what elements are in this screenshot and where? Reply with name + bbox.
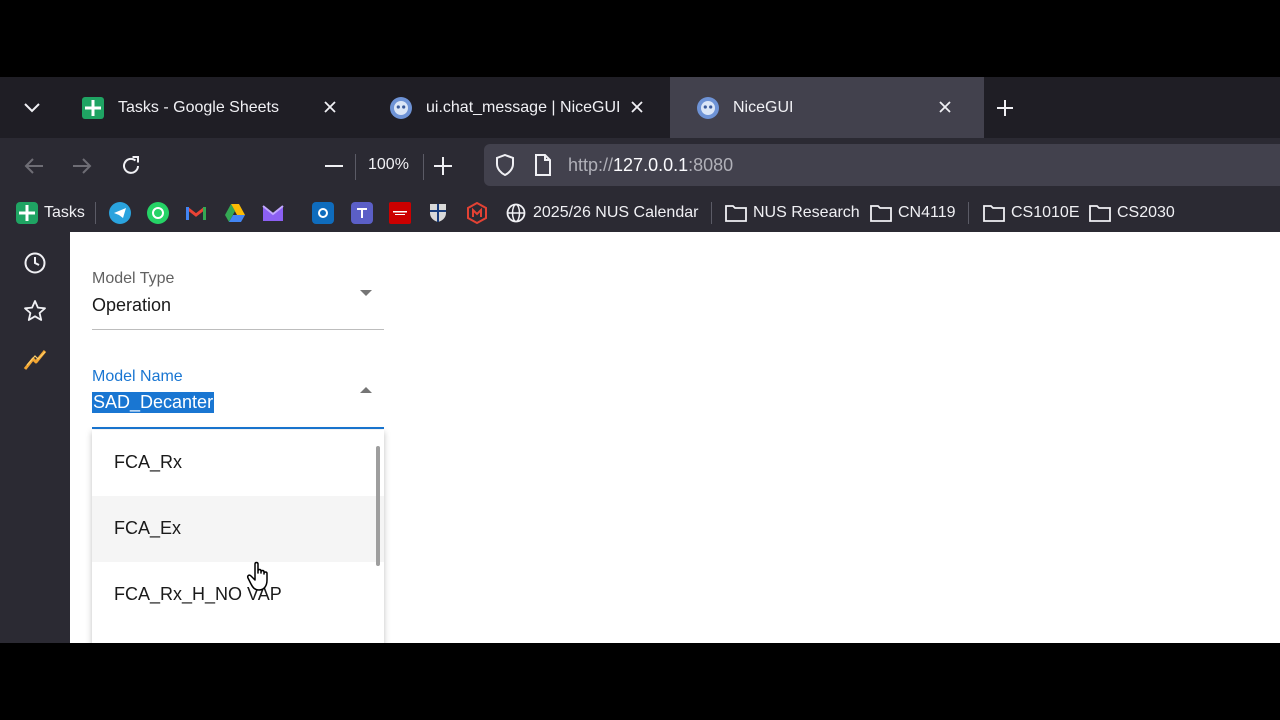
bookmark-m-shield[interactable] [466, 202, 488, 224]
m-shield-icon [466, 202, 488, 224]
zoom-separator [355, 154, 356, 180]
bookmark-star-icon[interactable] [22, 298, 48, 324]
url-scheme: http:// [568, 155, 614, 175]
browser-sidebar [0, 232, 70, 643]
video-letterbox-bottom [0, 643, 1280, 720]
tab-title: ui.chat_message | NiceGUI [426, 98, 621, 116]
page-info-icon[interactable] [534, 154, 552, 181]
back-arrow-icon[interactable] [20, 152, 48, 180]
forward-arrow-icon[interactable] [68, 152, 96, 180]
zoom-out-minus-icon[interactable] [320, 152, 348, 180]
list-all-tabs-button[interactable] [14, 95, 50, 121]
tab-nicegui[interactable]: NiceGUI [670, 77, 984, 138]
bookmark-outlook[interactable] [312, 202, 334, 224]
teams-icon [351, 202, 373, 224]
video-letterbox-top [0, 0, 1280, 77]
tab-strip: Tasks - Google Sheets ui.chat_message | … [0, 77, 1280, 138]
close-tab-icon[interactable] [934, 96, 956, 118]
option-label: FCA_Ex [114, 518, 182, 538]
outlook-icon [312, 202, 334, 224]
bookmark-separator [711, 202, 712, 224]
gmail-icon [185, 202, 207, 224]
bookmark-whatsapp[interactable] [147, 202, 169, 224]
hand-pointer-cursor-icon [246, 560, 274, 592]
bookmark-label: 2025/26 NUS Calendar [533, 204, 699, 221]
bookmark-label: CN4119 [898, 204, 956, 221]
tab-chat-message[interactable]: ui.chat_message | NiceGUI [390, 77, 670, 138]
bookmark-label: Tasks [44, 204, 85, 221]
model-type-label: Model Type [92, 270, 175, 287]
proton-mail-icon [262, 202, 284, 224]
nicegui-icon [697, 96, 719, 119]
new-tab-plus-icon[interactable] [994, 97, 1016, 119]
reload-icon[interactable] [117, 152, 145, 180]
bookmark-teams[interactable] [351, 202, 373, 224]
bookmark-label: CS1010E [1011, 204, 1080, 221]
tab-title: NiceGUI [733, 98, 794, 116]
bookmark-google-drive[interactable] [224, 202, 246, 224]
tab-title: Tasks - Google Sheets [118, 98, 279, 116]
folder-icon [870, 202, 892, 224]
close-tab-icon[interactable] [626, 96, 648, 118]
bookmark-telegram[interactable] [109, 202, 131, 224]
model-type-value: Operation [92, 295, 172, 315]
folder-icon [983, 202, 1005, 224]
zoom-in-plus-icon[interactable] [429, 152, 457, 180]
google-sheets-icon [16, 202, 38, 224]
bookmark-folder-cs1010e[interactable]: CS1010E [983, 202, 1080, 224]
folder-icon [1089, 202, 1111, 224]
url-host: 127.0.0.1 [613, 155, 689, 175]
zoom-level[interactable]: 100% [368, 156, 409, 174]
model-name-options-menu: FCA_Rx FCA_Ex FCA_Rx_H_NO VAP [92, 430, 384, 643]
field-underline-focused [92, 427, 384, 429]
menu-option[interactable]: FCA_Rx [92, 430, 384, 496]
bookmark-separator [95, 202, 96, 224]
bookmark-separator [968, 202, 969, 224]
bookmark-folder-cs2030[interactable]: CS2030 [1089, 202, 1175, 224]
telegram-icon [109, 202, 131, 224]
field-underline [92, 329, 384, 330]
globe-icon [505, 202, 527, 224]
bookmark-folder-nus-research[interactable]: NUS Research [725, 202, 860, 224]
tab-google-sheets[interactable]: Tasks - Google Sheets [82, 77, 362, 138]
menu-scrollbar[interactable] [376, 446, 380, 566]
option-label: FCA_Rx [114, 452, 183, 472]
menu-option[interactable]: FCA_Ex [92, 496, 384, 562]
bookmark-gmail[interactable] [185, 202, 207, 224]
extension-bolt-icon[interactable] [22, 346, 48, 372]
model-name-value[interactable]: SAD_Decanter [92, 392, 215, 413]
bookmark-oracle-peoplesoft[interactable] [389, 202, 411, 224]
history-clock-icon[interactable] [22, 250, 48, 276]
nicegui-icon [390, 96, 412, 119]
nus-crest-icon [427, 202, 449, 224]
folder-icon [725, 202, 747, 224]
bookmark-label: NUS Research [753, 204, 860, 221]
close-tab-icon[interactable] [319, 96, 341, 118]
bookmark-tasks[interactable]: Tasks [16, 202, 85, 224]
zoom-separator [423, 154, 424, 180]
shield-icon[interactable] [495, 153, 515, 181]
bookmark-nus-calendar[interactable]: 2025/26 NUS Calendar [505, 202, 698, 224]
model-name-label: Model Name [92, 368, 183, 385]
model-name-select[interactable]: Model Name SAD_Decanter [92, 360, 384, 430]
bookmark-nus[interactable] [427, 202, 449, 224]
whatsapp-icon [147, 202, 169, 224]
model-type-select[interactable]: Model Type Operation [92, 262, 384, 330]
url-port: :8080 [688, 155, 734, 175]
address-bar[interactable]: http://127.0.0.1:8080 [484, 144, 1280, 186]
bookmark-folder-cn4119[interactable]: CN4119 [870, 202, 956, 224]
google-drive-icon [224, 202, 246, 224]
dropdown-arrow-icon[interactable] [360, 290, 372, 296]
bookmark-label: CS2030 [1117, 204, 1175, 221]
bookmarks-toolbar: Tasks 2025/26 NUS Calendar NUS Research … [0, 194, 1280, 232]
menu-option[interactable]: FCA_Rx_H_NO VAP [92, 562, 384, 628]
navigation-toolbar: 100% http://127.0.0.1:8080 [0, 138, 1280, 194]
url-text: http://127.0.0.1:8080 [568, 155, 733, 176]
oracle-peoplesoft-icon [389, 202, 411, 224]
google-sheets-icon [82, 96, 104, 119]
dropdown-arrow-up-icon[interactable] [360, 387, 372, 393]
bookmark-proton-mail[interactable] [262, 202, 284, 224]
